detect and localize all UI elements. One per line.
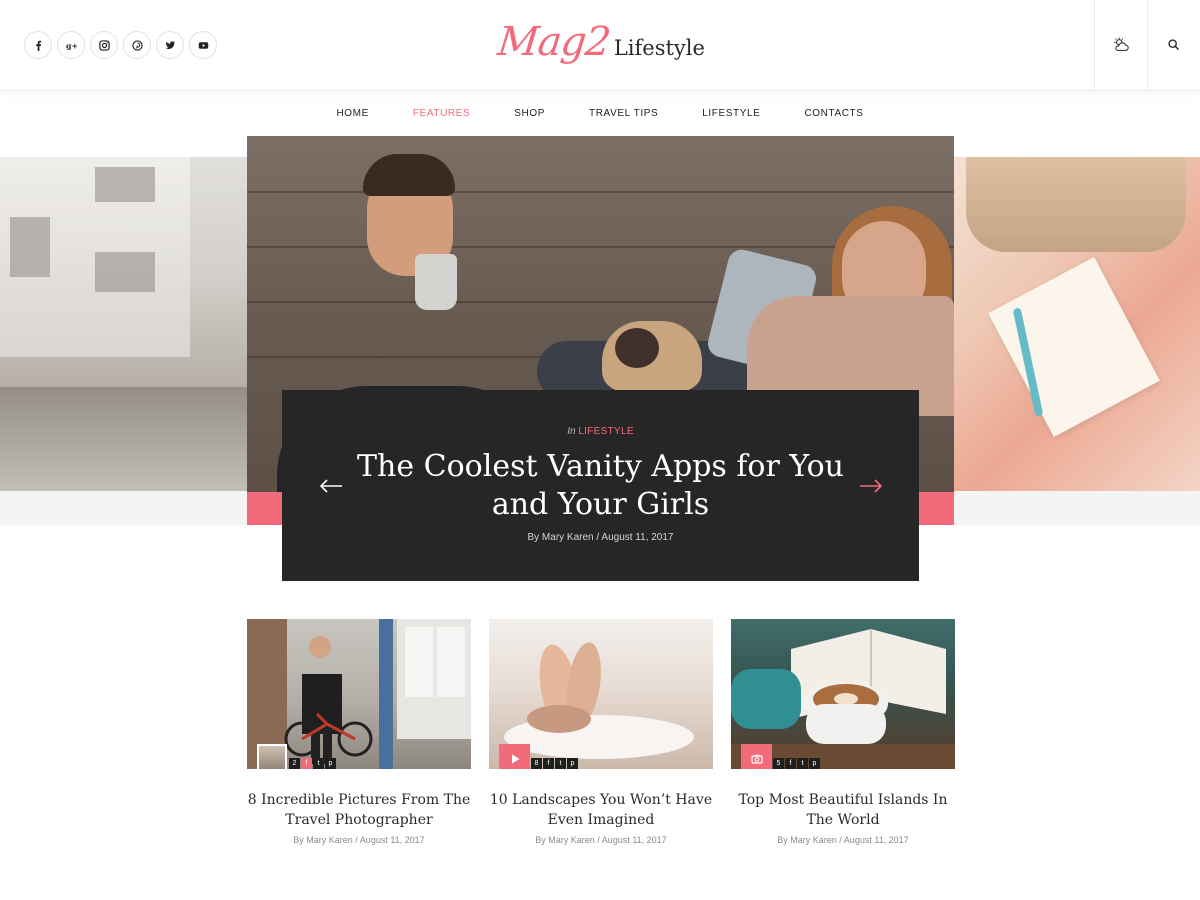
pinterest-icon[interactable] xyxy=(123,31,151,59)
plank-line xyxy=(247,191,954,193)
camera-icon[interactable] xyxy=(741,744,772,769)
post-card: 5 f t p Top Most Beautiful Islands In Th… xyxy=(731,619,955,845)
site-logo[interactable]: Mag2 Lifestyle xyxy=(495,14,705,70)
twitter-icon[interactable] xyxy=(156,31,184,59)
nav-item-home[interactable]: HOME xyxy=(314,108,390,119)
slide-title[interactable]: The Coolest Vanity Apps for You and Your… xyxy=(352,448,849,524)
pinterest-icon[interactable]: p xyxy=(325,758,336,769)
post-card-image[interactable]: 8 f t p xyxy=(489,619,713,769)
share-bar: 5 f t p xyxy=(773,758,820,769)
post-card-meta: By Mary Karen / August 11, 2017 xyxy=(535,835,667,845)
man-hair-shape xyxy=(363,154,455,196)
share-count: 5 xyxy=(773,758,784,769)
site-header: g+ Mag2 Lifestyle xyxy=(0,0,1200,91)
slider-accent-right xyxy=(918,492,954,525)
post-card: 8 f t p 10 Landscapes You Won’t Have Eve… xyxy=(489,619,713,845)
post-card-title[interactable]: 10 Landscapes You Won’t Have Even Imagin… xyxy=(489,790,713,830)
category-prefix: In xyxy=(567,426,576,437)
google-plus-icon[interactable]: g+ xyxy=(57,31,85,59)
slide-meta: By Mary Karen / August 11, 2017 xyxy=(527,532,674,543)
twitter-icon[interactable]: t xyxy=(555,758,566,769)
nav-item-travel-tips[interactable]: TRAVEL TIPS xyxy=(567,108,680,119)
arrow-left-icon[interactable] xyxy=(319,479,343,493)
post-card-title[interactable]: 8 Incredible Pictures From The Travel Ph… xyxy=(247,790,471,830)
post-card-meta: By Mary Karen / August 11, 2017 xyxy=(293,835,425,845)
logo-script-text: Mag2 xyxy=(495,19,613,65)
slide-image-previous[interactable] xyxy=(0,157,247,491)
svg-text:g+: g+ xyxy=(66,41,77,50)
arrow-right-icon[interactable] xyxy=(859,479,883,493)
facebook-icon[interactable]: f xyxy=(785,758,796,769)
main-navigation: HOME FEATURES SHOP TRAVEL TIPS LIFESTYLE… xyxy=(0,91,1200,135)
facebook-icon[interactable]: f xyxy=(301,758,312,769)
header-tools xyxy=(1094,0,1200,90)
facebook-icon[interactable]: f xyxy=(543,758,554,769)
pinterest-icon[interactable]: p xyxy=(809,758,820,769)
image-veil xyxy=(954,157,1200,491)
twitter-icon[interactable]: t xyxy=(797,758,808,769)
nav-item-shop[interactable]: SHOP xyxy=(492,108,567,119)
pinterest-icon[interactable]: p xyxy=(567,758,578,769)
instagram-icon[interactable] xyxy=(90,31,118,59)
post-card-meta: By Mary Karen / August 11, 2017 xyxy=(777,835,909,845)
facebook-icon[interactable] xyxy=(24,31,52,59)
nav-item-features[interactable]: FEATURES xyxy=(391,108,492,119)
author-thumbnail[interactable] xyxy=(257,744,287,769)
mug-shape xyxy=(415,254,457,310)
share-bar: 2 f t p xyxy=(289,758,336,769)
youtube-icon[interactable] xyxy=(189,31,217,59)
nav-item-lifestyle[interactable]: LIFESTYLE xyxy=(680,108,782,119)
slider-accent-left xyxy=(247,492,283,525)
dog-face-shape xyxy=(615,328,659,368)
category-link[interactable]: LIFESTYLE xyxy=(578,426,634,437)
search-icon[interactable] xyxy=(1147,0,1200,90)
share-count: 8 xyxy=(531,758,542,769)
share-count: 2 xyxy=(289,758,300,769)
twitter-icon[interactable]: t xyxy=(313,758,324,769)
slide-caption: In LIFESTYLE The Coolest Vanity Apps for… xyxy=(282,390,919,581)
slide-image-next[interactable] xyxy=(954,157,1200,491)
post-card: 2 f t p 8 Incredible Pictures From The T… xyxy=(247,619,471,845)
slide-category: In LIFESTYLE xyxy=(282,426,919,437)
post-card-image[interactable]: 2 f t p xyxy=(247,619,471,769)
play-icon[interactable] xyxy=(499,744,530,769)
logo-wordmark: Lifestyle xyxy=(613,36,705,60)
social-links: g+ xyxy=(24,31,217,59)
post-card-image[interactable]: 5 f t p xyxy=(731,619,955,769)
weather-icon[interactable] xyxy=(1094,0,1147,90)
nav-item-contacts[interactable]: CONTACTS xyxy=(782,108,885,119)
image-veil xyxy=(0,157,247,491)
share-bar: 8 f t p xyxy=(531,758,578,769)
post-card-title[interactable]: Top Most Beautiful Islands In The World xyxy=(731,790,955,830)
